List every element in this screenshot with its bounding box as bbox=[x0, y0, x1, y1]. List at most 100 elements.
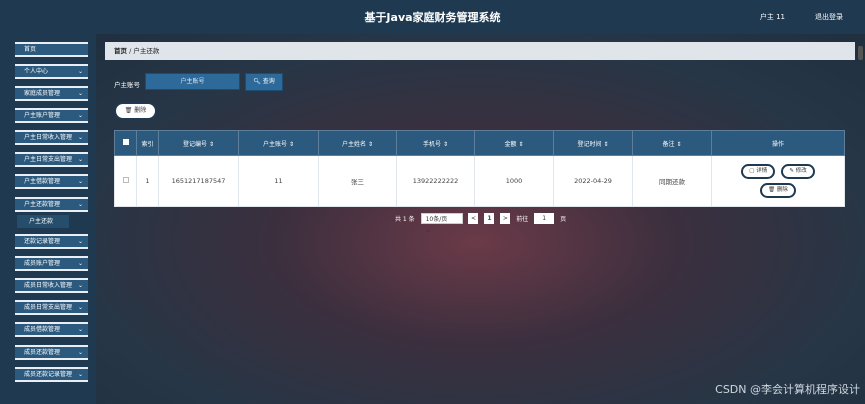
col-header[interactable]: 户主账号 ⇕ bbox=[238, 130, 319, 156]
chevron-down-icon: ⌄ bbox=[77, 349, 83, 356]
sort-icon: ⇕ bbox=[367, 140, 373, 148]
row-select-cell[interactable] bbox=[114, 155, 137, 207]
chevron-down-icon: ⌄ bbox=[77, 134, 83, 141]
breadcrumb-current: 户主还款 bbox=[133, 47, 160, 55]
sidebar-item[interactable]: 成员日常收入管理 ⌄ bbox=[15, 278, 88, 293]
sidebar-item[interactable]: 户主还款管理 ⌄ bbox=[15, 197, 88, 212]
search-button[interactable]: 🔍︎ 查询 bbox=[245, 73, 283, 91]
logout-link[interactable]: 退出登录 bbox=[815, 12, 843, 22]
chevron-down-icon: ⌄ bbox=[77, 112, 83, 119]
breadcrumb-separator: / bbox=[129, 47, 132, 55]
page-size-select[interactable]: 10条/页 ⌄ bbox=[420, 213, 463, 234]
pagination: 共 1 条 10条/页 ⌄ < 1 > 前往 1 页 bbox=[395, 213, 570, 234]
cell-index: 1 bbox=[136, 155, 159, 207]
cell-name: 张三 bbox=[318, 155, 397, 207]
chevron-down-icon: ⌄ bbox=[425, 227, 431, 234]
sidebar-item-label: 首页 bbox=[24, 46, 37, 53]
page-suffix: 页 bbox=[560, 216, 567, 223]
detail-button[interactable]: ▢ 详情 bbox=[741, 164, 776, 179]
sidebar-item[interactable]: 户主还款 bbox=[17, 215, 69, 228]
goto-label: 前往 bbox=[516, 216, 529, 223]
breadcrumb: 首页 / 户主还款 bbox=[105, 42, 855, 60]
page-number[interactable]: 1 bbox=[484, 213, 495, 224]
chevron-down-icon: ⌄ bbox=[77, 201, 83, 208]
batch-delete-button[interactable]: 🗑︎ 删除 bbox=[114, 102, 157, 120]
batch-delete-label: 删除 bbox=[134, 107, 147, 114]
sidebar-item[interactable]: 成员账户管理 ⌄ bbox=[15, 256, 88, 271]
row-delete-label: 删除 bbox=[776, 187, 788, 193]
data-table: 索引 登记编号 ⇕ 户主账号 ⇕ 户主姓名 ⇕ 手机号 ⇕ 金额 ⇕ 登记时间 … bbox=[114, 130, 845, 207]
sidebar-item[interactable]: 成员借款管理 ⌄ bbox=[15, 322, 88, 337]
trash-icon: 🗑︎ bbox=[768, 187, 776, 193]
sidebar-item[interactable]: 成员日常支出管理 ⌄ bbox=[15, 300, 88, 315]
chevron-down-icon: ⌄ bbox=[77, 68, 83, 75]
col-header[interactable]: 索引 bbox=[136, 130, 159, 156]
sidebar-item[interactable]: 户主日常收入管理 ⌄ bbox=[15, 130, 88, 145]
cell-amount: 1000 bbox=[474, 155, 554, 207]
sidebar-item-label: 成员日常支出管理 bbox=[24, 304, 73, 311]
cell-note: 同期还款 bbox=[632, 155, 712, 207]
col-header[interactable]: 户主姓名 ⇕ bbox=[318, 130, 397, 156]
sort-icon: ⇕ bbox=[518, 140, 524, 148]
col-header[interactable]: 登记时间 ⇕ bbox=[553, 130, 633, 156]
sidebar-item[interactable]: 个人中心 ⌄ bbox=[15, 64, 88, 79]
select-all-checkbox[interactable] bbox=[122, 139, 129, 145]
sidebar-item[interactable]: 还款记录管理 ⌄ bbox=[15, 234, 88, 249]
col-header-label: 户主账号 bbox=[263, 140, 288, 148]
sort-icon: ⇕ bbox=[288, 140, 294, 148]
chevron-down-icon: ⌄ bbox=[77, 282, 83, 289]
top-bar: 基于Java家庭财务管理系统 户主 11 退出登录 bbox=[0, 0, 865, 34]
goto-input[interactable]: 1 bbox=[534, 213, 555, 224]
col-header-label: 备注 bbox=[662, 140, 675, 148]
sidebar-item-label: 户主日常收入管理 bbox=[24, 134, 73, 141]
sidebar-item-label: 还款记录管理 bbox=[24, 238, 61, 245]
col-header[interactable]: 登记编号 ⇕ bbox=[158, 130, 239, 156]
sort-icon: ⇕ bbox=[442, 140, 448, 148]
prev-page-button[interactable]: < bbox=[468, 213, 479, 224]
sidebar-item-label: 成员账户管理 bbox=[24, 260, 61, 267]
sidebar-item[interactable]: 户主账户管理 ⌄ bbox=[15, 108, 88, 123]
search-button-label: 查询 bbox=[262, 78, 275, 85]
table-header-row: 索引 登记编号 ⇕ 户主账号 ⇕ 户主姓名 ⇕ 手机号 ⇕ 金额 ⇕ 登记时间 … bbox=[114, 130, 845, 156]
chevron-down-icon: ⌄ bbox=[77, 326, 83, 333]
cell-register-no: 1651217187547 bbox=[158, 155, 239, 207]
sidebar-item-label: 成员还款管理 bbox=[24, 349, 61, 356]
cell-date: 2022-04-29 bbox=[553, 155, 633, 207]
cell-actions: ▢ 详情 ✎ 修改 🗑︎ 删除 bbox=[711, 155, 845, 207]
next-page-button[interactable]: > bbox=[500, 213, 511, 224]
sidebar-item-label: 户主日常支出管理 bbox=[24, 156, 73, 163]
breadcrumb-home[interactable]: 首页 bbox=[114, 47, 127, 55]
row-delete-button[interactable]: 🗑︎ 删除 bbox=[760, 183, 796, 198]
sidebar-item[interactable]: 首页 bbox=[15, 42, 88, 57]
select-all-header[interactable] bbox=[114, 130, 137, 156]
sidebar-item[interactable]: 成员还款管理 ⌄ bbox=[15, 345, 88, 360]
sidebar-item[interactable]: 家庭成员管理 ⌄ bbox=[15, 86, 88, 101]
col-header-label: 金额 bbox=[504, 140, 517, 148]
edit-icon: ✎ bbox=[789, 168, 794, 174]
chevron-down-icon: ⌄ bbox=[77, 260, 83, 267]
sidebar-item-label: 户主账户管理 bbox=[24, 112, 61, 119]
chevron-down-icon: ⌄ bbox=[77, 238, 83, 245]
sidebar-item-label: 户主还款 bbox=[29, 218, 54, 225]
col-header[interactable]: 金额 ⇕ bbox=[474, 130, 554, 156]
col-header: 操作 bbox=[711, 130, 845, 156]
pagination-total: 共 1 条 bbox=[395, 216, 415, 223]
sidebar-item[interactable]: 户主日常支出管理 ⌄ bbox=[15, 152, 88, 167]
col-header[interactable]: 手机号 ⇕ bbox=[396, 130, 475, 156]
col-header[interactable]: 备注 ⇕ bbox=[632, 130, 712, 156]
sidebar-item[interactable]: 成员还款记录管理 ⌄ bbox=[15, 367, 88, 382]
scrollbar[interactable] bbox=[858, 46, 863, 60]
chevron-down-icon: ⌄ bbox=[77, 90, 83, 97]
detail-icon: ▢ bbox=[749, 168, 755, 174]
row-checkbox[interactable] bbox=[122, 177, 129, 183]
search-input[interactable]: 户主账号 bbox=[145, 73, 240, 90]
sidebar-item[interactable]: 户主借款管理 ⌄ bbox=[15, 174, 88, 189]
sidebar-item-label: 户主借款管理 bbox=[24, 178, 61, 185]
sidebar-item-label: 成员还款记录管理 bbox=[24, 371, 73, 378]
edit-label: 修改 bbox=[795, 168, 807, 174]
search-icon: 🔍︎ bbox=[253, 78, 261, 85]
cell-account: 11 bbox=[238, 155, 319, 207]
edit-button[interactable]: ✎ 修改 bbox=[781, 164, 815, 179]
sidebar-item-label: 成员日常收入管理 bbox=[24, 282, 73, 289]
col-header-label: 户主姓名 bbox=[342, 140, 367, 148]
